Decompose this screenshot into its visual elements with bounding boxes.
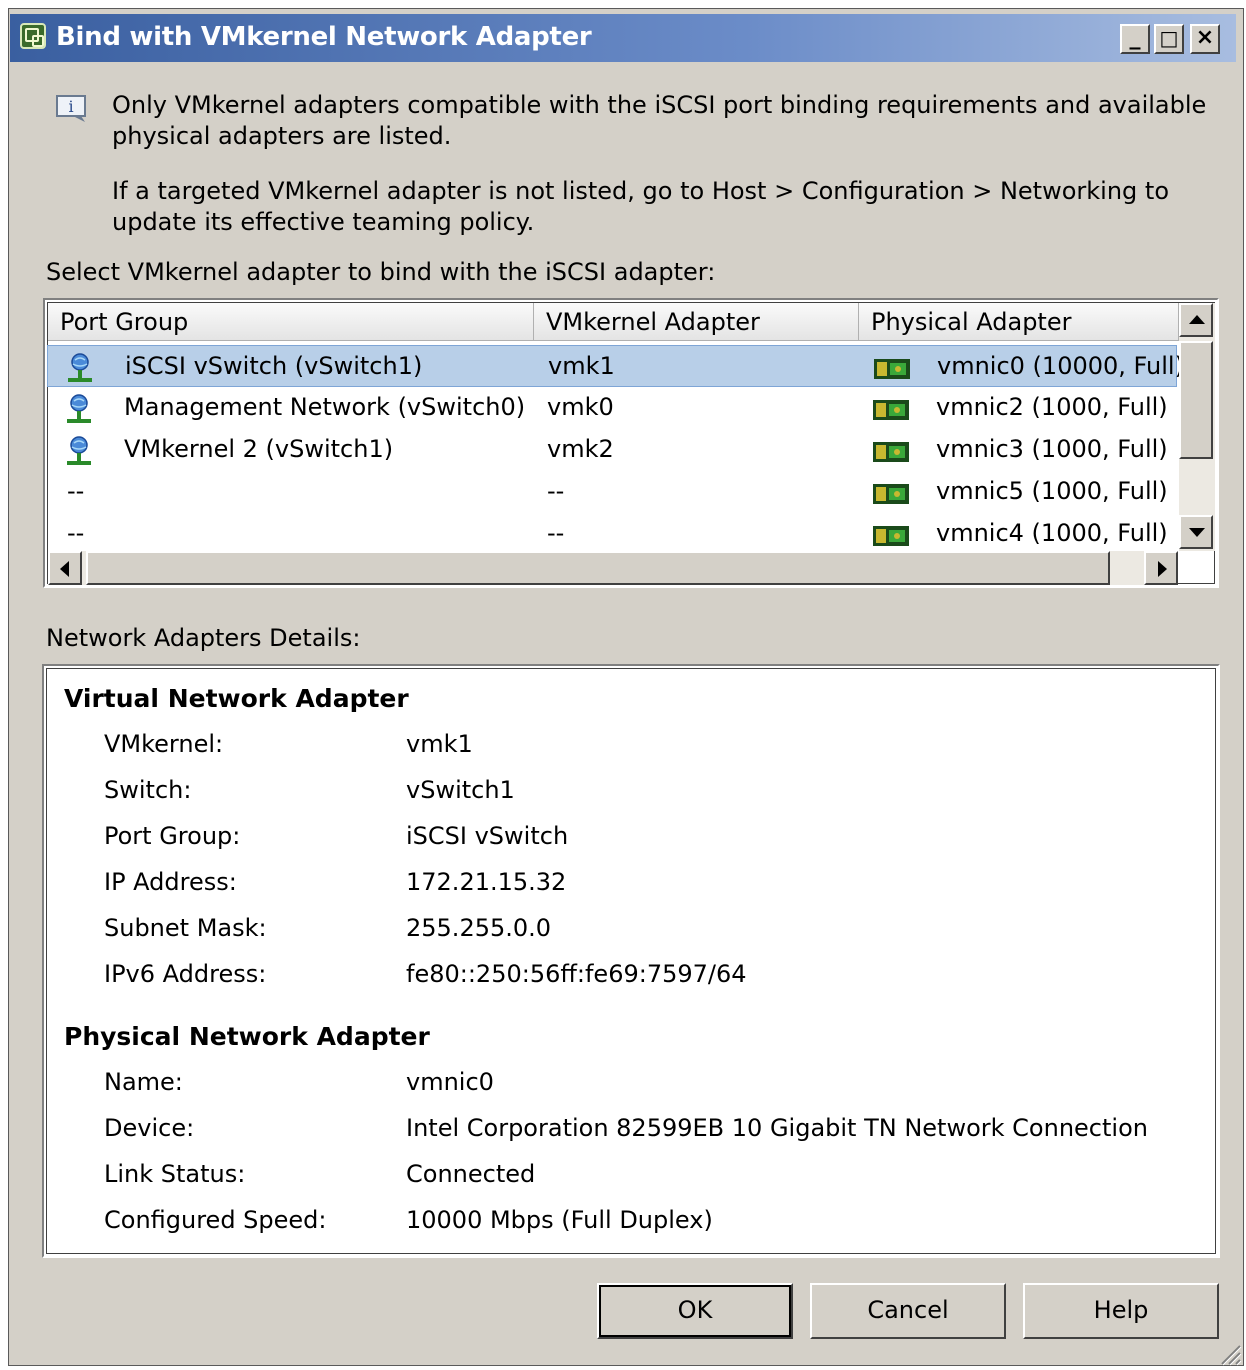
vsphere-app-icon (20, 23, 46, 49)
port-group-cell: VMkernel 2 (vSwitch1) (124, 435, 394, 463)
detail-value: Intel Corporation 82599EB 10 Gigabit TN … (406, 1114, 1148, 1142)
detail-key: VMkernel: (104, 730, 224, 758)
detail-value: fe80::250:56ff:fe69:7597/64 (406, 960, 747, 988)
physical-adapter-cell: vmnic5 (1000, Full) (936, 477, 1168, 505)
port-group-icon (68, 353, 92, 382)
detail-value: iSCSI vSwitch (406, 822, 569, 850)
minimize-button[interactable]: _ (1120, 24, 1150, 54)
vertical-scrollbar[interactable] (1179, 303, 1215, 551)
column-header-vmkernel-adapter[interactable]: VMkernel Adapter (534, 303, 859, 341)
vmkernel-cell: vmk1 (548, 352, 615, 380)
nic-icon (873, 400, 909, 420)
detail-key: Port Group: (104, 822, 241, 850)
select-adapter-label: Select VMkernel adapter to bind with the… (46, 258, 716, 286)
physical-adapter-cell: vmnic3 (1000, Full) (936, 435, 1168, 463)
physical-adapter-cell: vmnic2 (1000, Full) (936, 393, 1168, 421)
scroll-right-button[interactable] (1144, 551, 1178, 585)
table-row[interactable]: iSCSI vSwitch (vSwitch1) vmk1 vmnic0 (10… (47, 345, 1184, 387)
detail-value: vSwitch1 (406, 776, 515, 804)
horizontal-scroll-thumb[interactable] (86, 551, 1110, 585)
port-group-cell: Management Network (vSwitch0) (124, 393, 526, 421)
help-button[interactable]: Help (1023, 1283, 1219, 1339)
info-text-compat: Only VMkernel adapters compatible with t… (112, 91, 1207, 150)
horizontal-scrollbar[interactable] (48, 551, 1178, 585)
physical-adapter-heading: Physical Network Adapter (64, 1022, 430, 1051)
svg-text:i: i (68, 97, 73, 116)
vmkernel-cell: -- (547, 477, 565, 505)
detail-value: vmnic0 (406, 1068, 494, 1096)
detail-key: Configured Speed: (104, 1206, 327, 1234)
port-group-cell: iSCSI vSwitch (vSwitch1) (125, 352, 423, 380)
detail-value: Connected (406, 1160, 536, 1188)
port-group-icon (67, 394, 91, 423)
detail-key: Switch: (104, 776, 192, 804)
physical-adapter-cell: vmnic4 (1000, Full) (936, 519, 1168, 547)
window-title: Bind with VMkernel Network Adapter (56, 22, 592, 52)
nic-icon (874, 359, 910, 379)
column-header-physical-adapter[interactable]: Physical Adapter (859, 303, 1179, 341)
table-row[interactable]: -- -- vmnic5 (1000, Full) (47, 471, 1177, 513)
port-group-icon (67, 436, 91, 465)
detail-value: vmk1 (406, 730, 473, 758)
adapter-list[interactable]: Port Group VMkernel Adapter Physical Ada… (43, 298, 1219, 588)
resize-grip-icon[interactable] (1216, 1340, 1242, 1366)
ok-button[interactable]: OK (597, 1283, 793, 1339)
detail-value: 172.21.15.32 (406, 868, 567, 896)
column-header-port-group[interactable]: Port Group (48, 303, 534, 341)
detail-key: IP Address: (104, 868, 237, 896)
scroll-left-button[interactable] (48, 551, 82, 585)
scroll-up-button[interactable] (1179, 303, 1213, 337)
nic-icon (873, 442, 909, 462)
detail-key: IPv6 Address: (104, 960, 267, 988)
port-group-cell: -- (67, 519, 85, 547)
vmkernel-cell: vmk0 (547, 393, 614, 421)
physical-adapter-cell: vmnic0 (10000, Full) (937, 352, 1184, 380)
detail-key: Name: (104, 1068, 183, 1096)
details-panel: Virtual Network Adapter VMkernel: vmk1 S… (42, 664, 1220, 1258)
info-icon: i (56, 95, 86, 122)
close-button[interactable]: × (1190, 24, 1220, 54)
port-group-cell: -- (67, 477, 85, 505)
vmkernel-cell: vmk2 (547, 435, 614, 463)
detail-value: 10000 Mbps (Full Duplex) (406, 1206, 713, 1234)
detail-key: Subnet Mask: (104, 914, 267, 942)
table-row[interactable]: VMkernel 2 (vSwitch1) vmk2 vmnic3 (1000,… (47, 429, 1177, 471)
virtual-adapter-heading: Virtual Network Adapter (64, 684, 409, 713)
cancel-button[interactable]: Cancel (810, 1283, 1006, 1339)
table-row[interactable]: -- -- vmnic4 (1000, Full) (47, 513, 1177, 549)
detail-key: Device: (104, 1114, 195, 1142)
nic-icon (873, 484, 909, 504)
vertical-scroll-thumb[interactable] (1179, 341, 1213, 459)
scroll-down-button[interactable] (1179, 515, 1213, 549)
vmkernel-cell: -- (547, 519, 565, 547)
detail-key: Link Status: (104, 1160, 246, 1188)
detail-value: 255.255.0.0 (406, 914, 552, 942)
maximize-button[interactable]: □ (1154, 24, 1184, 54)
title-bar[interactable]: Bind with VMkernel Network Adapter _ □ × (10, 14, 1236, 62)
table-row[interactable]: Management Network (vSwitch0) vmk0 vmnic… (47, 387, 1177, 429)
nic-icon (873, 526, 909, 546)
info-text-teaming: If a targeted VMkernel adapter is not li… (112, 177, 1169, 236)
details-label: Network Adapters Details: (46, 624, 361, 652)
